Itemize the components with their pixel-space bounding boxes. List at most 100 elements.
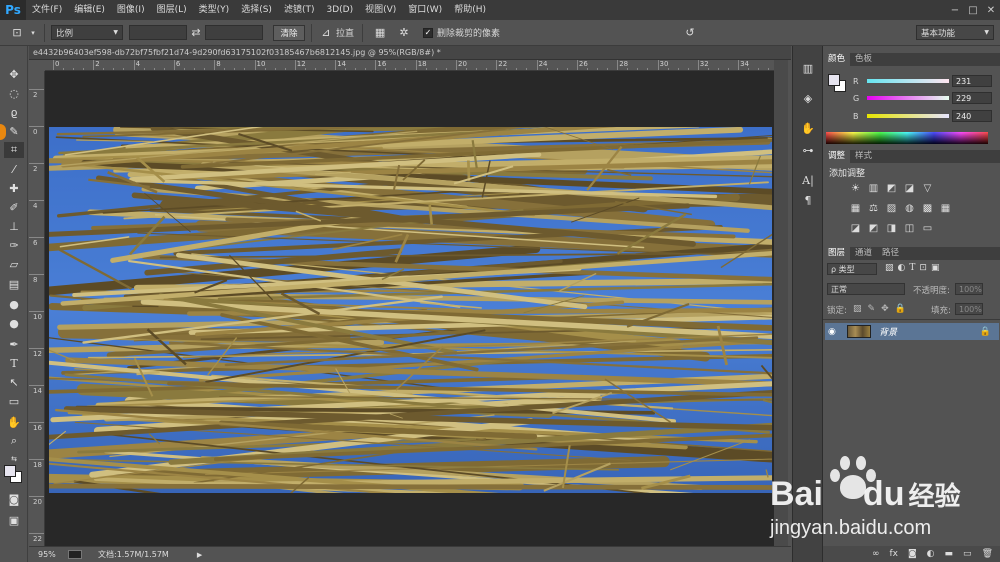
zoom-level[interactable]: 95% <box>38 550 68 559</box>
tool-preset-chevron-icon[interactable]: ▾ <box>28 29 38 37</box>
marquee-tool-icon[interactable]: ◌ <box>4 85 24 101</box>
document-tab[interactable]: e4432b96403ef598-db72bf75fbf21d74-9d290f… <box>29 46 791 60</box>
brush-presets-icon[interactable]: ⊶ <box>799 142 817 158</box>
status-preview-icon[interactable] <box>68 550 82 559</box>
paragraph-panel-icon[interactable]: ¶ <box>799 192 817 208</box>
menu-item-6[interactable]: 滤镜(T) <box>278 0 321 20</box>
color-lookup-icon[interactable]: ▦ <box>939 203 952 214</box>
menu-item-2[interactable]: 图像(I) <box>111 0 151 20</box>
history-brush-tool-icon[interactable]: ✑ <box>4 237 24 253</box>
red-value[interactable]: 231 <box>952 75 992 87</box>
exposure-icon[interactable]: ◪ <box>903 183 916 194</box>
gradient-map-icon[interactable]: ◫ <box>903 223 916 234</box>
hand-tool-icon[interactable]: ✋ <box>4 414 24 430</box>
opacity-input[interactable]: 100% <box>955 283 983 295</box>
healing-brush-tool-icon[interactable]: ✚ <box>4 180 24 196</box>
foreground-color-swatch[interactable] <box>4 465 16 477</box>
properties-panel-icon[interactable]: ◈ <box>799 90 817 106</box>
blue-value[interactable]: 240 <box>952 110 992 122</box>
character-panel-icon[interactable]: A| <box>799 172 817 188</box>
blur-tool-icon[interactable]: ● <box>4 296 24 312</box>
menu-item-5[interactable]: 选择(S) <box>235 0 278 20</box>
minimize-button[interactable]: − <box>946 0 964 20</box>
posterize-icon[interactable]: ◩ <box>867 223 880 234</box>
lock-pixels-icon[interactable]: ▨ <box>853 304 862 314</box>
tab-channels[interactable]: 通道 <box>850 247 877 260</box>
smart-object-filter-icon[interactable]: ▣ <box>931 263 940 273</box>
photo-filter-icon[interactable]: ◍ <box>903 203 916 214</box>
dodge-tool-icon[interactable]: ● <box>4 315 24 331</box>
zoom-tool-icon[interactable]: ⌕ <box>4 433 24 449</box>
status-menu-arrow-icon[interactable]: ▶ <box>197 551 202 559</box>
gear-icon[interactable]: ✲ <box>393 26 415 39</box>
tab-swatches[interactable]: 色板 <box>850 53 877 66</box>
swap-icon[interactable]: ⇄ <box>187 26 205 39</box>
brightness-icon[interactable]: ☀ <box>849 183 862 194</box>
menu-item-4[interactable]: 类型(Y) <box>193 0 236 20</box>
vibrance-icon[interactable]: ▽ <box>921 183 934 194</box>
shape-filter-icon[interactable]: ⊡ <box>919 263 927 273</box>
eraser-tool-icon[interactable]: ▱ <box>4 256 24 272</box>
menu-item-1[interactable]: 编辑(E) <box>68 0 111 20</box>
clear-button[interactable]: 清除 <box>273 24 305 41</box>
tool-presets-icon[interactable]: ✋ <box>799 120 817 136</box>
move-tool-icon[interactable]: ✥ <box>4 66 24 82</box>
lock-paint-icon[interactable]: ✎ <box>868 304 876 314</box>
visibility-eye-icon[interactable]: ◉ <box>828 327 842 337</box>
green-value[interactable]: 229 <box>952 92 992 104</box>
ruler-origin[interactable] <box>29 60 45 71</box>
screen-mode-icon[interactable]: ▣ <box>4 512 24 528</box>
blend-mode-select[interactable]: 正常 <box>827 283 905 295</box>
invert-icon[interactable]: ◪ <box>849 223 862 234</box>
rectangle-tool-icon[interactable]: ▭ <box>4 393 24 409</box>
hue-saturation-icon[interactable]: ▦ <box>849 203 862 214</box>
menu-item-8[interactable]: 视图(V) <box>359 0 402 20</box>
foreground-color-chip[interactable] <box>828 74 840 86</box>
lock-all-icon[interactable]: 🔒 <box>895 304 906 314</box>
layer-row-background[interactable]: ◉ 背景 🔒 <box>825 323 999 340</box>
type-tool-icon[interactable]: T <box>4 355 24 371</box>
pen-tool-icon[interactable]: ✒ <box>4 336 24 352</box>
menu-item-9[interactable]: 窗口(W) <box>402 0 448 20</box>
delete-cropped-checkbox[interactable]: ✓ <box>423 27 434 38</box>
black-white-icon[interactable]: ▨ <box>885 203 898 214</box>
quick-mask-icon[interactable]: ◙ <box>4 491 24 507</box>
height-input[interactable] <box>205 25 263 40</box>
straighten-label[interactable]: 拉直 <box>336 26 354 39</box>
curves-icon[interactable]: ◩ <box>885 183 898 194</box>
photo-canvas[interactable] <box>49 127 772 493</box>
reset-icon[interactable]: ↺ <box>682 26 698 39</box>
ratio-select[interactable]: 比例 ▼ <box>51 25 123 40</box>
menu-item-7[interactable]: 3D(D) <box>320 0 359 20</box>
workspace-select[interactable]: 基本功能 ▼ <box>916 25 994 40</box>
tab-adjustments[interactable]: 调整 <box>823 150 851 163</box>
blue-slider[interactable] <box>867 114 949 118</box>
lasso-tool-icon[interactable]: ϱ <box>4 104 24 120</box>
history-panel-icon[interactable]: ▥ <box>799 60 817 76</box>
grid-overlay-icon[interactable]: ▦ <box>371 26 389 39</box>
clone-stamp-tool-icon[interactable]: ⊥ <box>4 218 24 234</box>
menu-item-10[interactable]: 帮助(H) <box>448 0 492 20</box>
path-selection-tool-icon[interactable]: ↖ <box>4 374 24 390</box>
tab-paths[interactable]: 路径 <box>877 247 904 260</box>
green-slider[interactable] <box>867 96 949 100</box>
close-button[interactable]: ✕ <box>982 0 1000 20</box>
tab-styles[interactable]: 样式 <box>850 150 877 163</box>
color-balance-icon[interactable]: ⚖ <box>867 203 880 214</box>
straighten-icon[interactable]: ⊿ <box>318 26 334 39</box>
red-slider[interactable] <box>867 79 949 83</box>
width-input[interactable] <box>129 25 187 40</box>
brush-tool-icon[interactable]: ✐ <box>4 199 24 215</box>
crop-tool-icon[interactable]: ⌗ <box>4 142 24 158</box>
quick-selection-tool-icon[interactable]: ✎ <box>4 123 24 139</box>
fill-input[interactable]: 100% <box>955 303 983 315</box>
lock-position-icon[interactable]: ✥ <box>881 304 889 314</box>
maximize-button[interactable]: □ <box>964 0 982 20</box>
channel-mixer-icon[interactable]: ▩ <box>921 203 934 214</box>
eyedropper-tool-icon[interactable]: ⁄ <box>4 161 24 177</box>
selective-color-icon[interactable]: ▭ <box>921 223 934 234</box>
adjustment-filter-icon[interactable]: ◐ <box>898 263 906 273</box>
crop-tool-icon[interactable]: ⊡ <box>6 26 28 39</box>
menu-item-0[interactable]: 文件(F) <box>26 0 68 20</box>
tab-layers[interactable]: 图层 <box>823 247 851 260</box>
